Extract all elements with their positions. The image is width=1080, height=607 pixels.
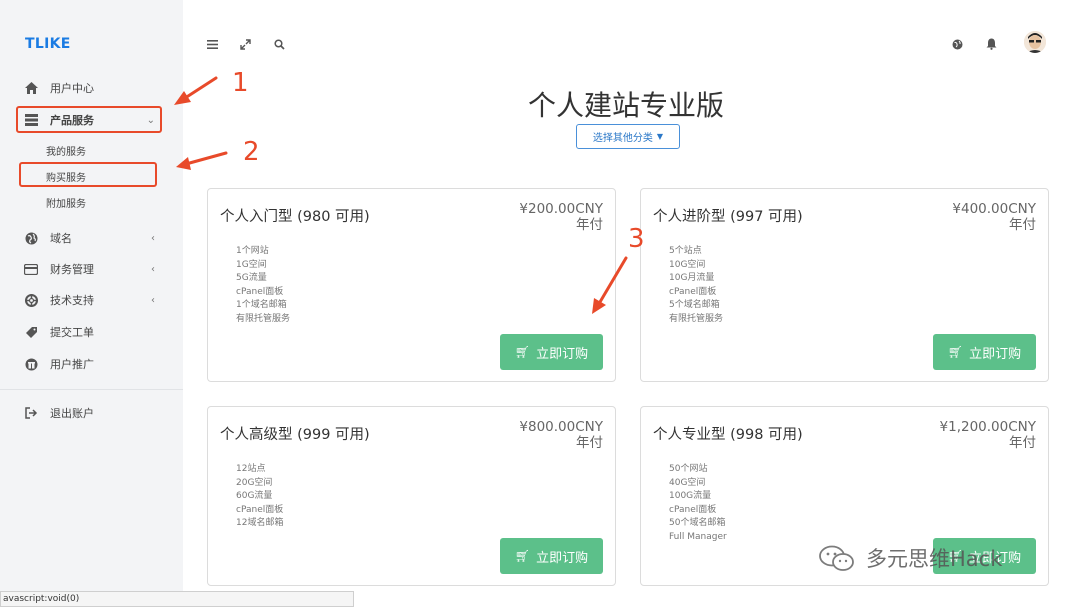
annotation-arrows xyxy=(174,76,628,314)
wechat-icon xyxy=(819,545,854,571)
browser-status-bar: avascript:void(0) xyxy=(0,591,354,607)
watermark: 多元思维Hack xyxy=(818,543,1002,573)
arrow-1-head xyxy=(174,91,191,105)
annotation-number-3: 3 xyxy=(628,224,645,254)
arrow-3-head xyxy=(592,298,606,314)
arrow-2-shaft xyxy=(184,151,228,166)
annotation-number-1: 1 xyxy=(232,68,249,98)
arrow-2-head xyxy=(176,157,191,170)
watermark-text: 多元思维Hack xyxy=(866,547,1003,571)
annotation-number-2: 2 xyxy=(243,137,260,167)
arrow-3-shaft xyxy=(598,256,628,304)
